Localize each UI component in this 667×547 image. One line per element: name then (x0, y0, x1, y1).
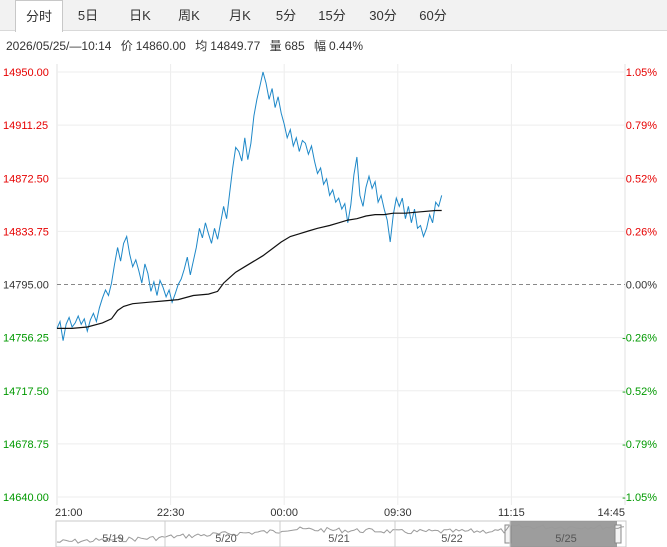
average-line (57, 209, 442, 329)
y-tick-label-right: -0.26% (622, 333, 657, 345)
y-tick-label: 14756.25 (3, 333, 49, 345)
x-tick-label: 14:45 (597, 507, 625, 519)
y-tick-label: 14911.25 (3, 120, 48, 132)
y-tick-label: 14872.50 (3, 173, 49, 185)
navigator-date-label: 5/22 (441, 533, 462, 545)
x-tick-label: 21:00 (55, 507, 83, 519)
y-tick-label-right: 0.52% (626, 173, 657, 185)
y-tick-label: 14717.50 (3, 386, 49, 398)
navigator-date-label: 5/20 (215, 533, 236, 545)
x-tick-label: 22:30 (157, 507, 185, 519)
y-tick-label-right: 1.05% (626, 67, 657, 79)
y-tick-label-right: 0.26% (626, 226, 657, 238)
x-tick-label: 11:15 (498, 507, 525, 519)
price-line (56, 71, 443, 341)
y-tick-label: 14795.00 (3, 280, 49, 292)
x-tick-label: 00:00 (270, 507, 298, 519)
y-tick-label-right: -0.52% (622, 386, 657, 398)
y-tick-label-right: 0.79% (626, 120, 657, 132)
y-tick-label-right: 0.00% (626, 280, 657, 292)
navigator-date-label: 5/19 (102, 533, 123, 545)
y-tick-label: 14640.00 (3, 492, 49, 504)
navigator-date-label: 5/25 (555, 533, 576, 545)
y-tick-label-right: -1.05% (622, 492, 657, 504)
y-tick-label-right: -0.79% (622, 439, 657, 451)
navigator-date-label: 5/21 (328, 533, 349, 545)
y-tick-label: 14833.75 (3, 226, 49, 238)
y-tick-label: 14950.00 (3, 67, 49, 79)
y-tick-label: 14678.75 (3, 439, 49, 451)
intraday-chart: 14950.00 1.05% 14911.25 0.79% 14872.50 0.52% 1… (3, 64, 657, 547)
x-tick-label: 09:30 (384, 507, 412, 519)
